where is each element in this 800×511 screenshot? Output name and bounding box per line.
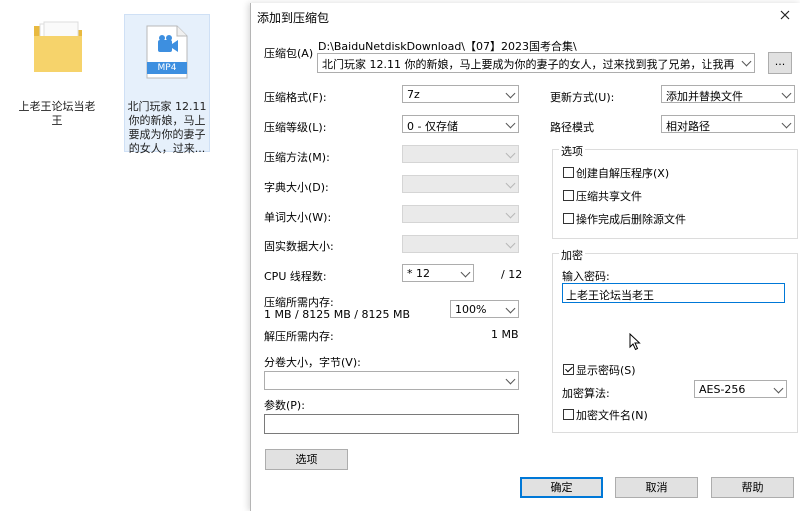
ok-button[interactable]: 确定 <box>520 477 603 498</box>
close-icon <box>780 10 790 20</box>
mem-decomp-label: 解压所需内存: <box>264 330 334 343</box>
chevron-down-icon <box>505 238 516 249</box>
mem-percent-select[interactable]: 100% <box>450 300 519 318</box>
close-button[interactable] <box>773 5 797 27</box>
folder-icon <box>34 21 82 72</box>
chevron-down-icon <box>505 148 516 159</box>
folder-label: 上老王论坛当老王 <box>18 100 96 127</box>
word-label: 单词大小(W): <box>264 211 332 224</box>
password-label: 输入密码: <box>562 270 610 283</box>
chevron-down-icon <box>460 267 471 278</box>
sfx-checkbox[interactable] <box>563 167 574 178</box>
enc-method-select[interactable]: AES-256 <box>694 380 787 398</box>
format-label: 压缩格式(F): <box>264 91 327 104</box>
password-input[interactable]: 上老王论坛当老王 <box>562 283 785 303</box>
chevron-down-icon <box>773 383 784 394</box>
show-password-checkbox[interactable] <box>563 364 574 375</box>
chevron-down-icon <box>781 88 792 99</box>
options-button[interactable]: 选项 <box>265 449 348 470</box>
options-group-title: 选项 <box>559 143 585 159</box>
show-password-label: 显示密码(S) <box>576 364 636 377</box>
cpu-label: CPU 线程数: <box>264 270 327 283</box>
cpu-select[interactable]: * 12 <box>402 264 474 282</box>
encrypt-names-checkbox[interactable] <box>563 409 574 420</box>
params-input[interactable] <box>264 414 519 434</box>
encrypt-names-label: 加密文件名(N) <box>576 409 648 422</box>
sfx-label: 创建自解压程序(X) <box>576 167 670 180</box>
archive-name-value: 北门玩家 12.11 你的新娘，马上要成为你的妻子的女人，过来找到我了兄弟，让我… <box>322 58 734 71</box>
enc-method-value: AES-256 <box>699 383 746 396</box>
word-select <box>402 205 519 223</box>
split-label: 分卷大小，字节(V): <box>264 356 361 369</box>
cpu-total: / 12 <box>501 268 523 281</box>
update-value: 添加并替换文件 <box>666 90 743 103</box>
shared-label: 压缩共享文件 <box>576 190 642 203</box>
encrypt-group-title: 加密 <box>559 247 585 263</box>
chevron-down-icon <box>505 208 516 219</box>
update-select[interactable]: 添加并替换文件 <box>661 85 795 103</box>
params-label: 参数(P): <box>264 399 305 412</box>
dialog-title: 添加到压缩包 <box>257 11 330 25</box>
dict-label: 字典大小(D): <box>264 181 329 194</box>
mem-comp-value: 1 MB / 8125 MB / 8125 MB <box>264 308 410 321</box>
archive-directory: D:\BaiduNetdiskDownload\【07】2023国考合集\ <box>318 40 577 53</box>
method-select <box>402 145 519 163</box>
format-select[interactable]: 7z <box>402 85 519 103</box>
video-file-label: 北门玩家 12.11 你的新娘，马上要成为你的妻子的女人，过来... <box>127 100 207 155</box>
chevron-down-icon <box>505 303 516 314</box>
chevron-down-icon <box>781 118 792 129</box>
delete-checkbox[interactable] <box>563 213 574 224</box>
solid-select <box>402 235 519 253</box>
path-label: 路径模式 <box>550 121 594 134</box>
password-value: 上老王论坛当老王 <box>566 289 654 302</box>
split-combo[interactable] <box>264 371 519 390</box>
mem-decomp-value: 1 MB <box>491 328 519 341</box>
add-to-archive-dialog: 添加到压缩包 压缩包(A) D:\BaiduNetdiskDownload\【0… <box>250 3 800 511</box>
path-select[interactable]: 相对路径 <box>661 115 795 133</box>
chevron-down-icon <box>741 56 752 67</box>
cpu-value: * 12 <box>407 267 430 280</box>
mouse-cursor-icon <box>629 333 641 351</box>
shared-checkbox[interactable] <box>563 190 574 201</box>
method-label: 压缩方法(M): <box>264 151 330 164</box>
chevron-down-icon <box>505 178 516 189</box>
chevron-down-icon <box>505 118 516 129</box>
level-label: 压缩等级(L): <box>264 121 327 134</box>
cancel-button[interactable]: 取消 <box>615 477 698 498</box>
mem-percent-value: 100% <box>455 303 487 316</box>
level-value: 0 - 仅存储 <box>407 120 458 133</box>
level-select[interactable]: 0 - 仅存储 <box>402 115 519 133</box>
browse-button[interactable]: ... <box>768 52 792 74</box>
solid-label: 固实数据大小: <box>264 240 334 253</box>
dict-select <box>402 175 519 193</box>
delete-label: 操作完成后删除源文件 <box>576 213 686 226</box>
enc-method-label: 加密算法: <box>562 387 610 400</box>
path-value: 相对路径 <box>666 120 710 133</box>
chevron-down-icon <box>505 88 516 99</box>
archive-name-combo[interactable]: 北门玩家 12.11 你的新娘，马上要成为你的妻子的女人，过来找到我了兄弟，让我… <box>317 53 755 73</box>
help-button[interactable]: 帮助 <box>711 477 794 498</box>
update-label: 更新方式(U): <box>550 91 615 104</box>
format-value: 7z <box>407 88 420 101</box>
archive-label: 压缩包(A) <box>264 47 314 60</box>
chevron-down-icon <box>505 374 516 385</box>
mp4-badge: MP4 <box>157 63 177 73</box>
